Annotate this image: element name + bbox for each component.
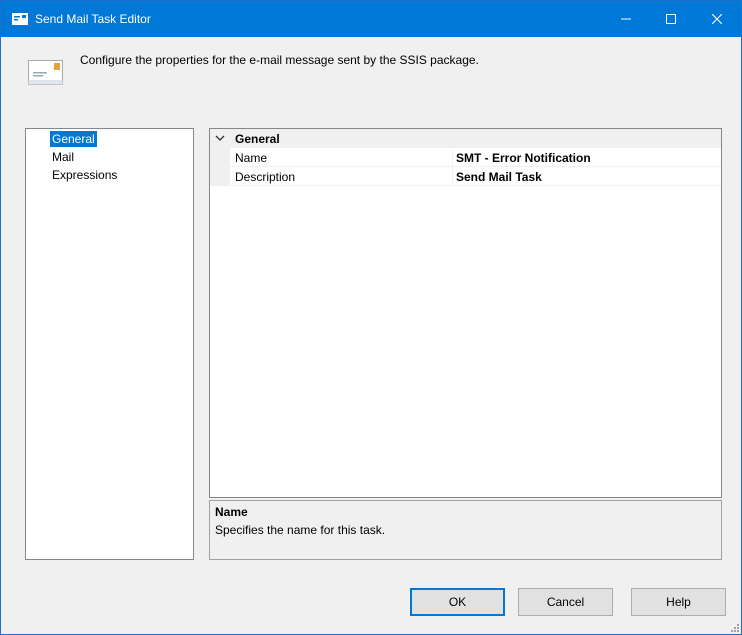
page-list[interactable]: General Mail Expressions [25, 128, 194, 560]
property-name[interactable]: Description [235, 170, 295, 184]
envelope-icon [28, 60, 63, 85]
window-title: Send Mail Task Editor [35, 12, 151, 26]
chevron-down-icon[interactable] [215, 133, 225, 143]
property-row-description[interactable]: Description Send Mail Task [210, 167, 721, 186]
nav-item-mail[interactable]: Mail [50, 149, 76, 165]
nav-item-expressions[interactable]: Expressions [50, 167, 119, 183]
category-general[interactable]: General [210, 129, 721, 148]
minimize-button[interactable] [603, 1, 649, 37]
header-description: Configure the properties for the e-mail … [80, 53, 479, 67]
nav-item-general[interactable]: General [50, 131, 97, 147]
maximize-icon [666, 14, 676, 24]
property-value[interactable]: SMT - Error Notification [456, 151, 591, 165]
property-name[interactable]: Name [235, 151, 267, 165]
resize-grip-icon[interactable] [729, 622, 740, 633]
column-divider[interactable] [452, 148, 453, 167]
cancel-button[interactable]: Cancel [518, 588, 613, 616]
row-margin [210, 167, 230, 186]
property-row-name[interactable]: Name SMT - Error Notification [210, 148, 721, 167]
column-divider[interactable] [452, 167, 453, 186]
close-icon [712, 14, 722, 24]
maximize-button[interactable] [648, 1, 694, 37]
description-text: Specifies the name for this task. [215, 523, 386, 537]
help-button[interactable]: Help [631, 588, 726, 616]
description-title: Name [215, 505, 248, 519]
category-label: General [235, 132, 280, 146]
ok-button[interactable]: OK [410, 588, 505, 616]
property-grid[interactable]: General Name SMT - Error Notification De… [209, 128, 722, 498]
row-margin [210, 148, 230, 167]
minimize-icon [621, 18, 631, 20]
property-description-panel: Name Specifies the name for this task. [209, 500, 722, 560]
property-value[interactable]: Send Mail Task [456, 170, 542, 184]
mail-task-icon [12, 13, 28, 25]
title-bar[interactable]: Send Mail Task Editor [1, 1, 741, 37]
dialog-window: Send Mail Task Editor Configure the prop… [0, 0, 742, 635]
close-button[interactable] [694, 1, 740, 37]
